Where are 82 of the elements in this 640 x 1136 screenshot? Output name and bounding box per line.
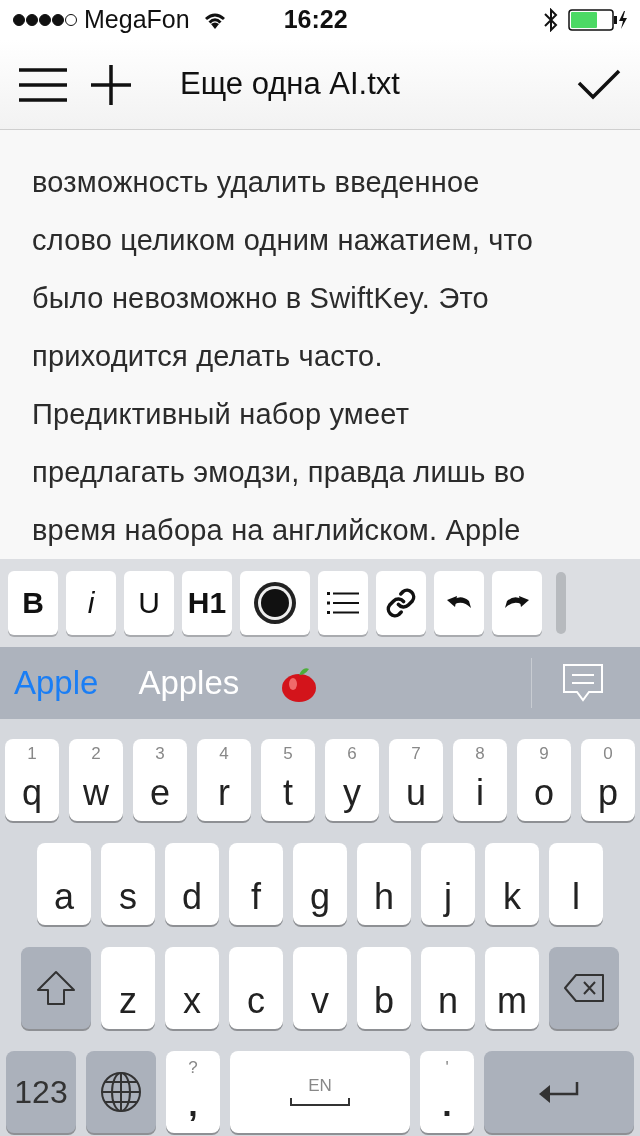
- letter-key[interactable]: p 0: [581, 738, 635, 821]
- letter-key[interactable]: o 9: [517, 738, 571, 821]
- text-line: слово целиком одним нажатием, что: [32, 223, 534, 258]
- letter-key[interactable]: l: [549, 842, 603, 925]
- letter-key[interactable]: s: [101, 842, 155, 925]
- return-icon: [539, 1079, 579, 1104]
- link-icon: [385, 586, 417, 619]
- letter-key[interactable]: b: [357, 946, 411, 1029]
- digit-hint: 5: [282, 744, 294, 762]
- text-line: приходится делать часто.: [32, 339, 384, 374]
- bluetooth-icon: [544, 8, 558, 32]
- punctuation-key[interactable]: , ?: [166, 1050, 220, 1133]
- backspace-icon: [563, 972, 605, 1003]
- keyboard-dismiss-icon: [563, 663, 603, 702]
- clock-time: 16:22: [283, 4, 348, 36]
- checkmark-icon: [577, 68, 621, 101]
- shift-key[interactable]: [21, 946, 91, 1029]
- letter-key[interactable]: c: [229, 946, 283, 1029]
- add-button[interactable]: [90, 63, 132, 106]
- menu-icon: [19, 67, 67, 102]
- text-line: возможность удалить введенное: [32, 165, 481, 200]
- format-button[interactable]: i: [66, 570, 116, 635]
- letter-key[interactable]: j: [421, 842, 475, 925]
- letter-key[interactable]: m: [485, 946, 539, 1029]
- text-line: Предиктивный набор умеет: [32, 397, 411, 432]
- punctuation-key[interactable]: . ': [420, 1050, 474, 1133]
- digit-hint: 7: [410, 744, 422, 762]
- backspace-key[interactable]: [549, 946, 619, 1029]
- list-button[interactable]: [318, 570, 368, 635]
- letter-key[interactable]: t 5: [261, 738, 315, 821]
- letter-key[interactable]: d: [165, 842, 219, 925]
- letter-key[interactable]: y 6: [325, 738, 379, 821]
- digit-hint: 8: [474, 744, 486, 762]
- space-key[interactable]: EN: [230, 1050, 410, 1133]
- text-line: было невозможно в SwiftKey. Это: [32, 281, 490, 316]
- letter-key[interactable]: h: [357, 842, 411, 925]
- digit-hint: 2: [90, 744, 102, 762]
- color-dot-icon: [252, 579, 298, 626]
- digit-hint: 4: [218, 744, 230, 762]
- letter-key[interactable]: f: [229, 842, 283, 925]
- digit-hint: 6: [346, 744, 358, 762]
- letter-key[interactable]: a: [37, 842, 91, 925]
- letter-key[interactable]: e 3: [133, 738, 187, 821]
- letter-key[interactable]: x: [165, 946, 219, 1029]
- redo-button[interactable]: [492, 570, 542, 635]
- numbers-key[interactable]: 123: [6, 1050, 76, 1133]
- list-icon: [327, 590, 359, 615]
- text-line: предлагать эмодзи, правда лишь во: [32, 455, 527, 490]
- plus-icon: [91, 64, 131, 105]
- format-button[interactable]: H1: [182, 570, 232, 635]
- digit-hint: 3: [154, 744, 166, 762]
- language-label: EN: [308, 1077, 332, 1094]
- letter-key[interactable]: g: [293, 842, 347, 925]
- color-button[interactable]: [240, 570, 310, 635]
- symbol-hint: ?: [187, 1058, 199, 1076]
- shift-arrow-icon: [36, 969, 76, 1006]
- space-bracket-icon: [290, 1098, 350, 1106]
- symbol-hint: ': [444, 1058, 450, 1076]
- letter-key[interactable]: n: [421, 946, 475, 1029]
- letter-key[interactable]: u 7: [389, 738, 443, 821]
- letter-key[interactable]: r 4: [197, 738, 251, 821]
- format-button[interactable]: U: [124, 570, 174, 635]
- document-title: Еще одна AI.txt: [180, 65, 400, 104]
- digit-hint: 9: [538, 744, 550, 762]
- digit-hint: 0: [602, 744, 614, 762]
- signal-dots-icon: [12, 13, 78, 27]
- letter-key[interactable]: q 1: [5, 738, 59, 821]
- carrier-name: MegaFon: [84, 4, 190, 36]
- link-button[interactable]: [376, 570, 426, 635]
- letter-key[interactable]: v: [293, 946, 347, 1029]
- letter-key[interactable]: w 2: [69, 738, 123, 821]
- scroll-indicator: [556, 571, 566, 634]
- globe-key[interactable]: [86, 1050, 156, 1133]
- text-line: время набора на английском. Apple: [32, 513, 522, 548]
- digit-hint: 1: [26, 744, 38, 762]
- battery-icon: [568, 9, 628, 31]
- undo-button[interactable]: [434, 570, 484, 635]
- letter-key[interactable]: k: [485, 842, 539, 925]
- globe-icon: [100, 1070, 142, 1113]
- format-button[interactable]: B: [8, 570, 58, 635]
- letter-key[interactable]: i 8: [453, 738, 507, 821]
- letter-key[interactable]: z: [101, 946, 155, 1029]
